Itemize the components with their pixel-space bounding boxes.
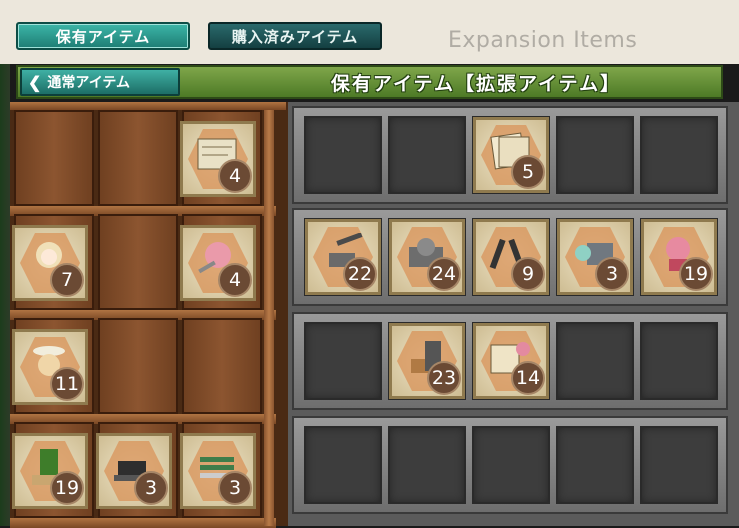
item-count-badge: 3 <box>134 471 168 505</box>
left-edge <box>0 64 10 526</box>
item-count-badge: 5 <box>511 155 545 189</box>
rack-slot <box>388 426 466 504</box>
item-count-badge: 19 <box>50 471 84 505</box>
rack-slot <box>556 322 634 400</box>
item-count-badge: 22 <box>343 257 377 291</box>
rack-slot <box>304 426 382 504</box>
item-turret[interactable]: 22 <box>305 219 381 295</box>
item-pink-girl[interactable]: 19 <box>641 219 717 295</box>
rack-slot <box>640 116 718 194</box>
item-count-badge: 9 <box>511 257 545 291</box>
item-steel-plates[interactable]: 23 <box>389 323 465 399</box>
rack-slot <box>388 116 466 194</box>
rack-slot <box>472 426 550 504</box>
item-wrench-girl[interactable]: 4 <box>180 225 256 301</box>
back-to-normal-items-button[interactable]: ❮ 通常アイテム <box>20 68 180 96</box>
item-count-badge: 23 <box>427 361 461 395</box>
item-count-badge: 4 <box>218 159 252 193</box>
item-fairy-machine[interactable]: 3 <box>557 219 633 295</box>
item-count-badge: 4 <box>218 263 252 297</box>
item-documents[interactable]: 5 <box>473 117 549 193</box>
section-title: 保有アイテム【拡張アイテム】 <box>330 72 622 95</box>
item-fuel-can[interactable]: 19 <box>12 433 88 509</box>
item-count-badge: 24 <box>427 257 461 291</box>
item-blueprint[interactable]: 4 <box>180 121 256 197</box>
item-count-badge: 14 <box>511 361 545 395</box>
expansion-items-label: Expansion Items <box>448 28 638 53</box>
item-papers-girl[interactable]: 14 <box>473 323 549 399</box>
shelf-slot <box>182 318 262 414</box>
rack-slot <box>556 426 634 504</box>
item-count-badge: 7 <box>50 263 84 297</box>
rack-slot <box>640 322 718 400</box>
item-engine[interactable]: 24 <box>389 219 465 295</box>
item-girl-hat[interactable]: 11 <box>12 329 88 405</box>
rack-slot <box>640 426 718 504</box>
rack-slot <box>304 116 382 194</box>
shelf-slot <box>98 318 178 414</box>
item-girl[interactable]: 7 <box>12 225 88 301</box>
tab-owned-items[interactable]: 保有アイテム <box>16 22 190 50</box>
back-button-label: 通常アイテム <box>47 75 131 91</box>
tab-purchased-items[interactable]: 購入済みアイテム <box>208 22 382 50</box>
item-pens[interactable]: 3 <box>180 433 256 509</box>
shelf-slot <box>14 110 94 206</box>
shelf-post <box>264 102 274 526</box>
rack-slot <box>304 322 382 400</box>
shelf-slot <box>98 110 178 206</box>
item-count-badge: 3 <box>595 257 629 291</box>
shelf-plank <box>10 518 276 528</box>
item-launcher[interactable]: 9 <box>473 219 549 295</box>
shelf-slot <box>98 214 178 310</box>
rack-slot <box>556 116 634 194</box>
shelf-top-plank <box>10 102 286 110</box>
item-bulldozer[interactable]: 3 <box>96 433 172 509</box>
item-count-badge: 19 <box>679 257 713 291</box>
chevron-left-icon: ❮ <box>28 72 42 92</box>
item-count-badge: 3 <box>218 471 252 505</box>
item-count-badge: 11 <box>50 367 84 401</box>
